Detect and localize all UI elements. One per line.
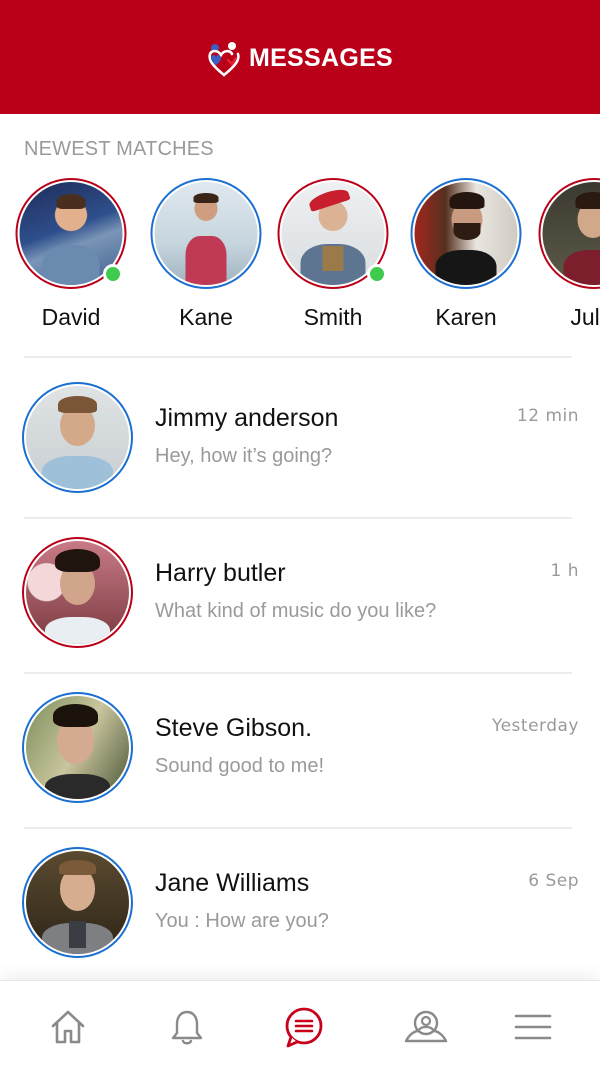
match-name: Julie <box>570 304 600 330</box>
contact-name: Harry butler <box>155 559 286 587</box>
match-item[interactable]: Julie <box>534 178 600 338</box>
messages-screen: MESSAGES NEWEST MATCHES David Kane Smith… <box>0 0 600 1070</box>
avatar[interactable] <box>22 537 133 648</box>
match-item[interactable]: Smith <box>273 178 393 338</box>
match-name: Karen <box>435 304 497 330</box>
conversation-item[interactable]: Jimmy anderson Hey, how it’s going? 12 m… <box>0 382 600 537</box>
avatar[interactable] <box>22 692 133 803</box>
online-status-dot <box>367 264 387 284</box>
avatar[interactable] <box>150 178 262 289</box>
avatar[interactable] <box>22 847 133 958</box>
message-preview: Hey, how it’s going? <box>155 445 333 467</box>
bell-icon <box>171 1010 203 1045</box>
contact-name: Jimmy anderson <box>155 404 339 432</box>
menu-icon <box>514 1014 552 1040</box>
conversation-item[interactable]: Steve Gibson. Sound good to me! Yesterda… <box>0 692 600 847</box>
nav-discover[interactable] <box>396 997 456 1057</box>
divider <box>24 672 572 674</box>
contact-name: Steve Gibson. <box>155 714 313 742</box>
divider <box>24 517 572 519</box>
avatar[interactable] <box>538 178 600 289</box>
message-time: 1 h <box>550 561 579 581</box>
chat-bubble-icon <box>285 1007 323 1048</box>
avatar[interactable] <box>22 382 133 493</box>
search-user-icon <box>404 1010 448 1043</box>
divider <box>24 356 572 358</box>
message-time: 12 min <box>516 406 579 426</box>
match-item[interactable]: David <box>11 178 131 338</box>
newest-matches-title: NEWEST MATCHES <box>24 138 214 160</box>
conversation-item[interactable]: Jane Williams You : How are you? 6 Sep <box>0 847 600 1002</box>
page-title: MESSAGES <box>248 43 394 72</box>
online-status-dot <box>103 264 123 284</box>
home-icon <box>51 1010 85 1044</box>
message-time: 6 Sep <box>528 871 579 891</box>
nav-notifications[interactable] <box>157 997 217 1057</box>
match-name: Kane <box>179 304 233 330</box>
newest-matches-row[interactable]: David Kane Smith Karen Jul <box>0 178 600 338</box>
match-name: Smith <box>303 304 363 330</box>
divider <box>24 827 572 829</box>
nav-home[interactable] <box>38 997 98 1057</box>
header-title-group: MESSAGES <box>207 39 393 77</box>
avatar[interactable] <box>410 178 522 289</box>
match-name: David <box>41 304 101 330</box>
message-preview: You : How are you? <box>155 910 329 932</box>
app-header: MESSAGES <box>0 0 600 114</box>
bottom-navigation <box>0 980 600 1070</box>
match-item[interactable]: Kane <box>146 178 266 338</box>
heart-couple-logo-icon <box>208 42 240 77</box>
match-item[interactable]: Karen <box>406 178 526 338</box>
message-time: Yesterday <box>491 716 579 736</box>
conversation-item[interactable]: Harry butler What kind of music do you l… <box>0 537 600 692</box>
contact-name: Jane Williams <box>155 869 310 897</box>
nav-messages[interactable] <box>274 997 334 1057</box>
message-preview: What kind of music do you like? <box>155 600 437 622</box>
nav-menu[interactable] <box>503 997 563 1057</box>
message-preview: Sound good to me! <box>155 755 325 777</box>
